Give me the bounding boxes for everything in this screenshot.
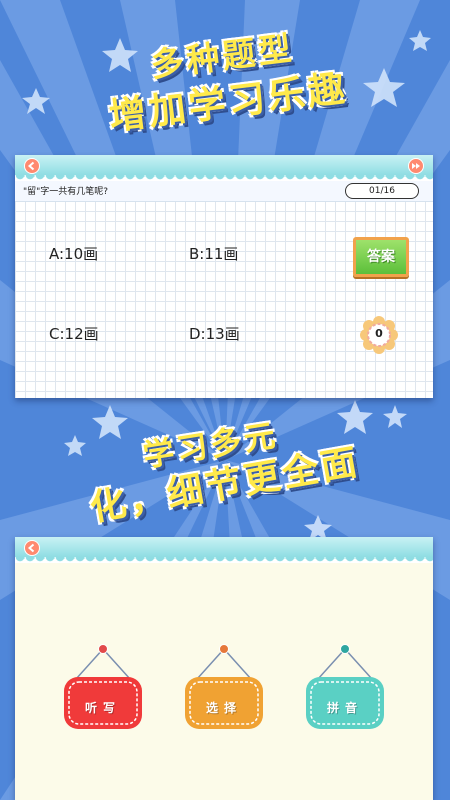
pinyin-label: 拼音 bbox=[326, 701, 363, 715]
mode-panel: 听写 选择 拼音 bbox=[15, 537, 433, 800]
option-a[interactable]: A:10画 bbox=[45, 241, 102, 266]
pinyin-mode-button[interactable]: 拼音 bbox=[304, 641, 386, 736]
dictation-mode-button[interactable]: 听写 bbox=[62, 641, 144, 736]
choice-label: 选择 bbox=[205, 701, 242, 715]
fast-forward-icon bbox=[412, 163, 420, 169]
mode-area: 听写 选择 拼音 bbox=[15, 563, 433, 800]
hanging-sign-icon bbox=[64, 644, 142, 729]
quiz-panel: "留"字一共有几笔呢? 01/16 A:10画 B:11画 C:12画 D:13… bbox=[15, 155, 433, 398]
option-b[interactable]: B:11画 bbox=[185, 241, 242, 266]
question-text: "留"字一共有几笔呢? bbox=[23, 187, 109, 197]
dictation-label: 听写 bbox=[84, 701, 121, 715]
chevron-left-icon bbox=[27, 161, 35, 171]
score-value: 0 bbox=[375, 327, 383, 340]
back-button[interactable] bbox=[24, 540, 40, 556]
quiz-grid-area: "留"字一共有几笔呢? 01/16 A:10画 B:11画 C:12画 D:13… bbox=[15, 181, 433, 398]
option-c[interactable]: C:12画 bbox=[45, 321, 103, 346]
question-strip: "留"字一共有几笔呢? 01/16 bbox=[15, 181, 433, 202]
option-d[interactable]: D:13画 bbox=[185, 321, 244, 346]
hanging-sign-icon bbox=[185, 644, 263, 729]
next-button[interactable] bbox=[408, 158, 424, 174]
answer-button[interactable]: 答案 bbox=[353, 237, 409, 277]
choice-mode-button[interactable]: 选择 bbox=[183, 641, 265, 736]
quiz-panel-header bbox=[15, 155, 433, 177]
mode-panel-header bbox=[15, 537, 433, 559]
prev-button[interactable] bbox=[24, 158, 40, 174]
chevron-left-icon bbox=[27, 543, 35, 553]
question-counter: 01/16 bbox=[345, 183, 419, 199]
hanging-sign-icon bbox=[306, 644, 384, 729]
